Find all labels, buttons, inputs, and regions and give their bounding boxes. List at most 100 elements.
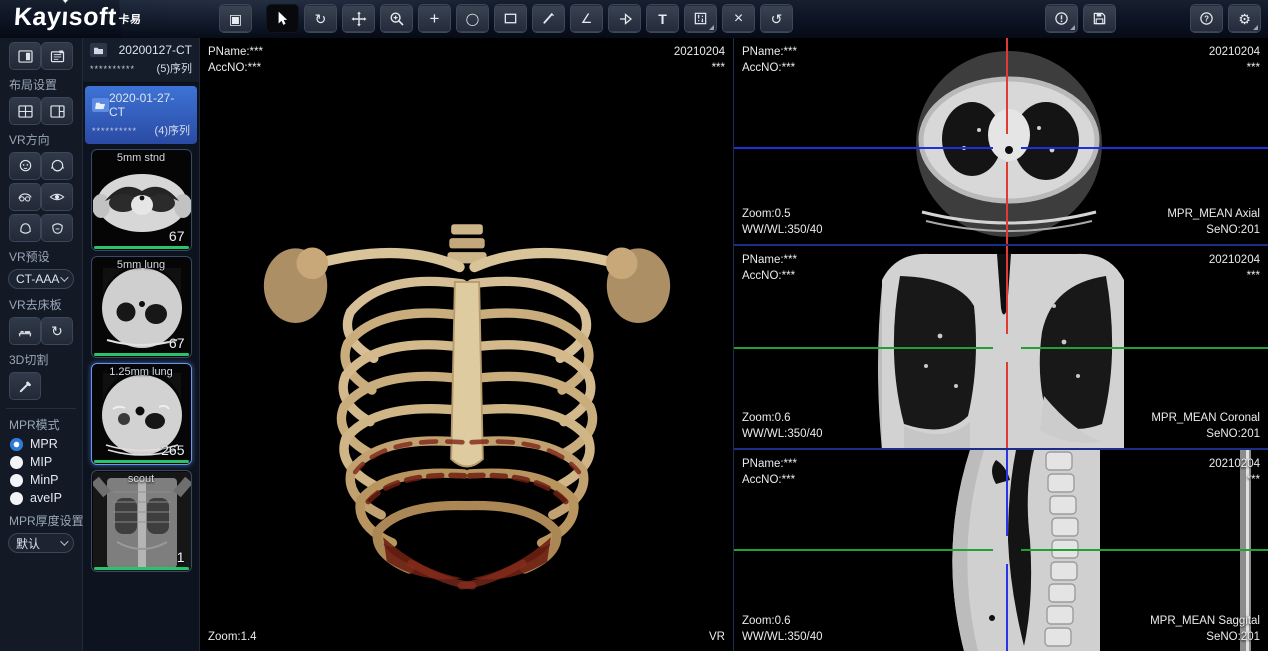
angle-icon: ∠ — [581, 12, 593, 25]
radio-mpr-dot — [10, 438, 23, 451]
radio-minp[interactable]: MinP — [10, 473, 82, 487]
layout-2x2-icon — [18, 105, 33, 118]
vr-left-head-icon — [17, 191, 33, 204]
cobb-angle-icon — [617, 11, 633, 27]
app-root: Kayı✦soft卡易 ▣ ↻ + ◯ ∠ — [0, 0, 1268, 651]
mpr-thickness-label: MPR厚度设置 — [9, 512, 82, 529]
vr-head-bottom-icon — [50, 221, 65, 236]
mpr-coronal-viewport[interactable]: PName:***AccNO:*** 20210204*** Zoom:0.6W… — [734, 246, 1268, 450]
mpr-sagittal-image — [734, 450, 1268, 651]
cut-3d-label: 3D切割 — [9, 351, 82, 368]
report-button[interactable] — [1046, 5, 1077, 32]
vr-ribcage-render — [262, 156, 672, 626]
svg-text:?: ? — [1204, 14, 1209, 23]
vr-preset-value: CT-AAA — [16, 272, 59, 286]
vr-left-button[interactable] — [10, 184, 40, 210]
length-icon — [541, 11, 556, 26]
settings-button[interactable]: ⚙ — [1229, 5, 1260, 32]
window-level-button[interactable] — [685, 5, 716, 32]
vr-bed-label: VR去床板 — [9, 296, 82, 313]
toolbar-secondary — [1046, 5, 1115, 32]
study-item-1[interactable]: 20200127-CT ********** (5)序列 — [83, 38, 199, 83]
radio-mip-dot — [10, 456, 23, 469]
vr-direction-label: VR方向 — [9, 131, 82, 148]
toolbar-system: ? ⚙ — [1191, 5, 1260, 32]
zoom-in-button[interactable] — [381, 5, 412, 32]
vr-viewport[interactable]: PName:***AccNO:*** 20210204*** Zoom:1.4 … — [200, 38, 733, 651]
vr-preset-label: VR预设 — [9, 248, 82, 265]
viewport-layout-button[interactable]: ▣ — [220, 5, 251, 32]
scalpel-icon — [18, 379, 33, 394]
delete-button[interactable]: × — [723, 5, 754, 32]
mpr-thickness-select[interactable]: 默认 — [8, 533, 74, 553]
toolbar-tools: ▣ ↻ + ◯ ∠ T — [220, 5, 792, 32]
folder-open-icon — [92, 98, 109, 112]
text-button[interactable]: T — [647, 5, 678, 32]
vr-right-button[interactable] — [42, 184, 72, 210]
app-logo: Kayı✦soft卡易 — [13, 3, 143, 32]
layout-report-button[interactable] — [42, 43, 72, 69]
vr-preset-select[interactable]: CT-AAA — [8, 269, 74, 289]
pointer-icon — [275, 11, 290, 26]
help-button[interactable]: ? — [1191, 5, 1222, 32]
vr-patient-info: PName:***AccNO:*** — [208, 44, 263, 76]
vr-posterior-button[interactable] — [42, 153, 72, 179]
ellipse-button[interactable]: ◯ — [457, 5, 488, 32]
pan-icon — [351, 11, 367, 27]
folder-icon — [90, 43, 107, 57]
pointer-button[interactable] — [267, 5, 298, 32]
reset-icon: ↺ — [771, 12, 783, 26]
series-panel: 20200127-CT ********** (5)序列 2020-01-27-… — [83, 38, 200, 651]
vr-feet-button[interactable] — [42, 215, 72, 241]
thumbnail-scout[interactable]: scout 1 — [91, 470, 192, 572]
layout-section-label: 布局设置 — [9, 76, 82, 93]
pan-button[interactable] — [343, 5, 374, 32]
angle-button[interactable]: ∠ — [571, 5, 602, 32]
progress-bar — [94, 246, 189, 249]
rectangle-button[interactable] — [495, 5, 526, 32]
study-item-2-selected[interactable]: 2020-01-27-CT ********** (4)序列 — [85, 86, 197, 144]
mpr-axial-viewport[interactable]: PName:***AccNO:*** 20210204*** Zoom:0.5W… — [734, 38, 1268, 246]
radio-mpr[interactable]: MPR — [10, 437, 82, 451]
vr-head-top-icon — [18, 221, 33, 236]
reset-button[interactable]: ↺ — [761, 5, 792, 32]
scalpel-button[interactable] — [10, 373, 40, 399]
window-level-icon — [693, 11, 708, 26]
thumbnail-1-25mm-lung-selected[interactable]: 1.25mm lung 265 — [91, 363, 192, 465]
chevron-down-icon — [60, 273, 68, 281]
vr-anterior-head-icon — [18, 159, 33, 174]
save-button[interactable] — [1084, 5, 1115, 32]
mpr-mode-radios: MPR MIP MinP aveIP — [10, 437, 82, 505]
restore-bed-button[interactable]: ↻ — [42, 318, 72, 344]
settings-gear-icon: ⚙ — [1238, 12, 1251, 26]
logo-cn: 卡易 — [118, 14, 142, 26]
restore-bed-icon: ↻ — [51, 324, 63, 338]
layout-2x2-button[interactable] — [10, 98, 40, 124]
layout-single-button[interactable] — [10, 43, 40, 69]
chevron-down-icon — [60, 537, 68, 545]
length-button[interactable] — [533, 5, 564, 32]
vr-anterior-button[interactable] — [10, 153, 40, 179]
thumbnail-5mm-stnd[interactable]: 5mm stnd 67 — [91, 149, 192, 251]
rotate-3d-button[interactable]: ↻ — [305, 5, 336, 32]
crosshair-icon: + — [430, 10, 440, 27]
remove-bed-button[interactable] — [10, 318, 40, 344]
mpr-axial-image — [734, 38, 1268, 246]
cobb-angle-button[interactable] — [609, 5, 640, 32]
mpr-sagittal-viewport[interactable]: PName:***AccNO:*** 20210204*** Zoom:0.6W… — [734, 450, 1268, 651]
ellipse-icon: ◯ — [466, 13, 479, 25]
bed-icon — [17, 324, 33, 338]
radio-mip[interactable]: MIP — [10, 455, 82, 469]
layout-1x2-button[interactable] — [42, 98, 72, 124]
vr-head-button[interactable] — [10, 215, 40, 241]
thumbnail-5mm-lung[interactable]: 5mm lung 67 — [91, 256, 192, 358]
report-icon — [1054, 11, 1069, 26]
vr-study-date: 20210204*** — [674, 44, 725, 76]
vr-modality-label: VR — [709, 629, 725, 645]
crosshair-button[interactable]: + — [419, 5, 450, 32]
zoom-in-icon — [389, 11, 405, 27]
radio-aveip-dot — [10, 492, 23, 505]
mpr-thickness-value: 默认 — [16, 535, 40, 552]
vr-right-eye-icon — [49, 191, 65, 203]
radio-aveip[interactable]: aveIP — [10, 491, 82, 505]
